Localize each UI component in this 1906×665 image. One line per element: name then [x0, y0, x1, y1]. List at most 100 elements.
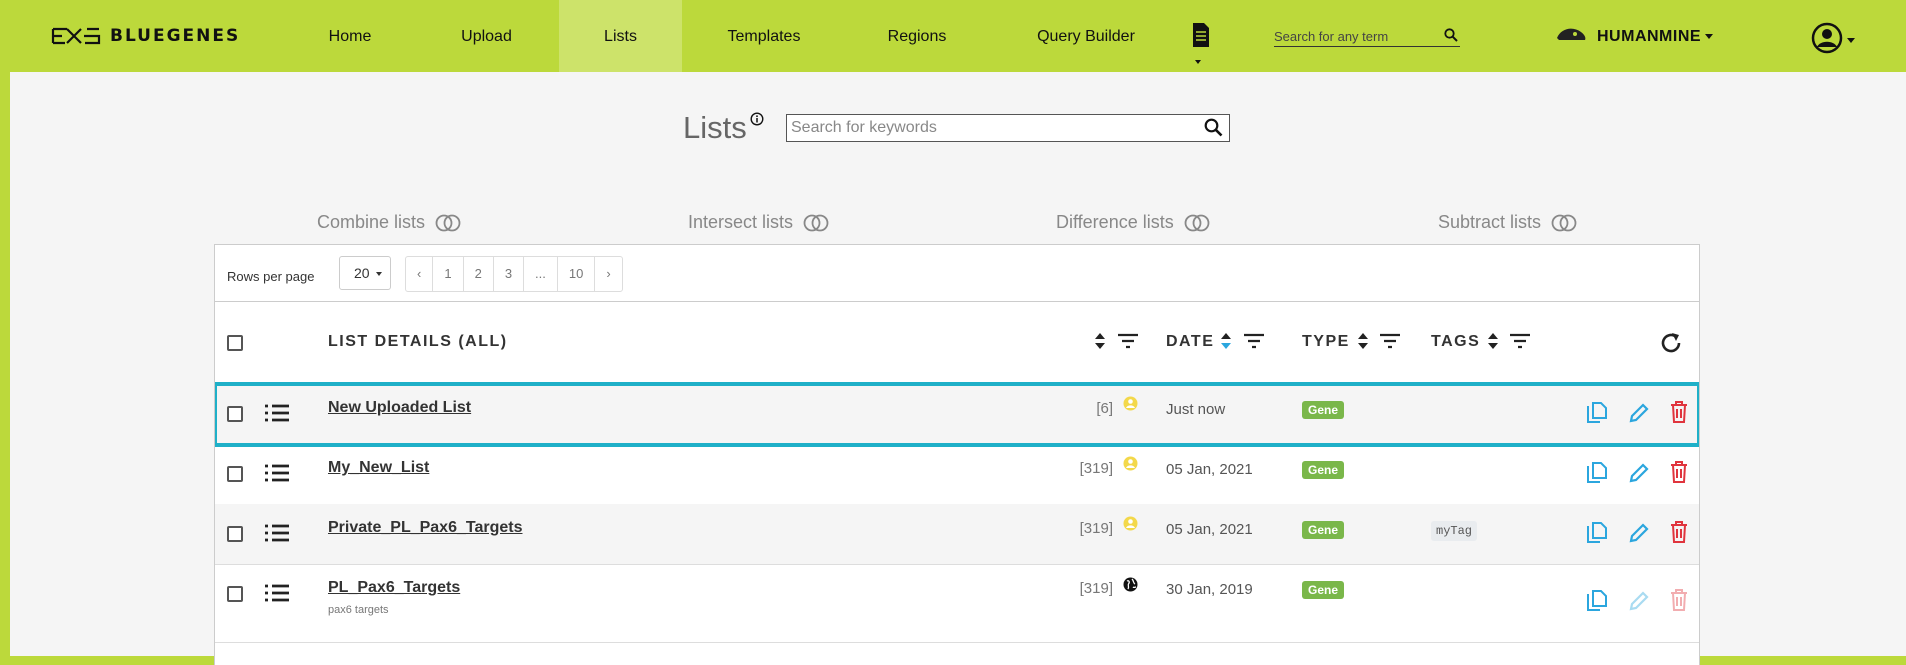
row-checkbox[interactable]: [227, 466, 243, 482]
main-content: Lists Combine lists Intersect lists Diff…: [10, 72, 1906, 665]
table-row[interactable]: My_New_List [319] 05 Jan, 2021 Gene: [215, 444, 1699, 505]
rows-per-page-label: Rows per page: [227, 269, 315, 284]
select-all-checkbox[interactable]: [227, 335, 243, 351]
user-avatar-icon: [1811, 22, 1843, 59]
intermine-logo-icon: [51, 26, 101, 46]
page-prev[interactable]: ‹: [406, 257, 434, 291]
filter-icon[interactable]: [1380, 333, 1400, 349]
table-row[interactable]: Private_PL_Pax6_Targets [319] 05 Jan, 20…: [215, 504, 1699, 565]
sort-icon[interactable]: [1488, 332, 1498, 350]
page-title: Lists: [683, 110, 747, 145]
chevron-down-icon: [1847, 38, 1855, 43]
venn-icon: [1551, 214, 1577, 231]
sort-icon[interactable]: [1095, 332, 1105, 350]
list-count: [319]: [1079, 460, 1113, 477]
navbar: BLUEGENES Home Upload Lists Templates Re…: [5, 0, 1906, 72]
export-dropdown[interactable]: [1191, 22, 1211, 64]
difference-lists-label: Difference lists: [1056, 212, 1174, 232]
chevron-down-icon: [1705, 34, 1714, 39]
page-ellipsis: ...: [524, 257, 558, 291]
list-count: [319]: [1079, 580, 1113, 597]
delete-icon[interactable]: [1670, 401, 1688, 423]
copy-icon[interactable]: [1587, 522, 1607, 544]
list-icon: [265, 524, 289, 542]
edit-icon[interactable]: [1628, 402, 1650, 424]
type-badge: Gene: [1302, 461, 1345, 479]
list-icon: [265, 404, 289, 422]
copy-icon[interactable]: [1587, 590, 1607, 612]
subtract-lists-button[interactable]: Subtract lists: [1438, 212, 1577, 233]
chevron-down-icon: [375, 272, 382, 277]
combine-lists-label: Combine lists: [317, 212, 426, 232]
filter-icon[interactable]: [1118, 333, 1138, 349]
mine-name: HUMANMINE: [1597, 27, 1702, 45]
keyword-search: [786, 114, 1230, 142]
filter-icon[interactable]: [1510, 333, 1530, 349]
sort-icon[interactable]: [1221, 332, 1231, 350]
venn-icon: [1184, 214, 1210, 231]
refresh-icon[interactable]: [1659, 331, 1683, 355]
venn-icon: [803, 214, 829, 231]
list-description: pax6 targets: [328, 604, 389, 616]
page-1[interactable]: 1: [433, 257, 464, 291]
copy-icon[interactable]: [1587, 402, 1607, 424]
search-icon[interactable]: [1444, 28, 1458, 47]
list-name-link[interactable]: New Uploaded List: [328, 399, 471, 417]
user-icon: [1123, 396, 1138, 411]
delete-icon[interactable]: [1670, 461, 1688, 483]
sort-icon[interactable]: [1358, 332, 1368, 350]
tag-badge[interactable]: myTag: [1431, 521, 1478, 541]
user-menu[interactable]: [1811, 22, 1855, 59]
table-header: LIST DETAILS (ALL) DATE TYPE TAGS: [215, 301, 1699, 384]
table-row[interactable]: PL_Pax6_Targets pax6 targets [319] 30 Ja…: [215, 564, 1699, 643]
type-badge: Gene: [1302, 401, 1345, 419]
delete-icon: [1671, 589, 1687, 611]
nav-regions[interactable]: Regions: [865, 0, 969, 72]
venn-icon: [435, 214, 461, 231]
brand[interactable]: BLUEGENES: [51, 26, 240, 46]
table-row[interactable]: New Uploaded List [6] Just now Gene: [215, 382, 1699, 447]
combine-lists-button[interactable]: Combine lists: [317, 212, 461, 233]
delete-icon[interactable]: [1670, 521, 1688, 543]
edit-icon[interactable]: [1628, 462, 1650, 484]
page-2[interactable]: 2: [464, 257, 494, 291]
list-name-link[interactable]: PL_Pax6_Targets: [328, 579, 460, 597]
page-3[interactable]: 3: [494, 257, 525, 291]
nav-home[interactable]: Home: [305, 0, 395, 72]
list-name-link[interactable]: My_New_List: [328, 459, 429, 477]
list-count: [319]: [1079, 520, 1113, 537]
intersect-lists-button[interactable]: Intersect lists: [688, 212, 829, 233]
keyword-search-input[interactable]: [787, 115, 1191, 141]
rows-per-page-select[interactable]: 20: [339, 256, 391, 290]
list-name-link[interactable]: Private_PL_Pax6_Targets: [328, 519, 522, 537]
edit-icon[interactable]: [1628, 522, 1650, 544]
row-checkbox[interactable]: [227, 526, 243, 542]
search-icon[interactable]: [1204, 118, 1223, 142]
row-checkbox[interactable]: [227, 406, 243, 422]
document-icon: [1191, 23, 1211, 52]
info-icon[interactable]: [750, 112, 764, 131]
nav-query-builder[interactable]: Query Builder: [1031, 0, 1141, 72]
filter-icon[interactable]: [1244, 333, 1264, 349]
mine-selector[interactable]: HUMANMINE: [1555, 26, 1714, 47]
pagination-bar: Rows per page 20 ‹ 1 2 3 ... 10 ›: [215, 245, 1699, 302]
brand-name: BLUEGENES: [110, 26, 241, 46]
user-icon: [1123, 516, 1138, 531]
list-date: 05 Jan, 2021: [1166, 521, 1253, 538]
difference-lists-button[interactable]: Difference lists: [1056, 212, 1210, 233]
page-10[interactable]: 10: [558, 257, 596, 291]
subtract-lists-label: Subtract lists: [1438, 212, 1542, 232]
page-next[interactable]: ›: [595, 257, 621, 291]
type-badge: Gene: [1302, 581, 1345, 599]
date-header: DATE: [1166, 333, 1215, 350]
nav-lists[interactable]: Lists: [559, 0, 682, 72]
list-date: 05 Jan, 2021: [1166, 461, 1253, 478]
row-checkbox[interactable]: [227, 586, 243, 602]
nav-upload[interactable]: Upload: [440, 0, 533, 72]
rows-per-page-value: 20: [354, 265, 370, 281]
type-badge: Gene: [1302, 521, 1345, 539]
list-count: [6]: [1096, 400, 1113, 417]
nav-templates[interactable]: Templates: [710, 0, 818, 72]
copy-icon[interactable]: [1587, 462, 1607, 484]
global-search-input[interactable]: [1274, 26, 1434, 46]
